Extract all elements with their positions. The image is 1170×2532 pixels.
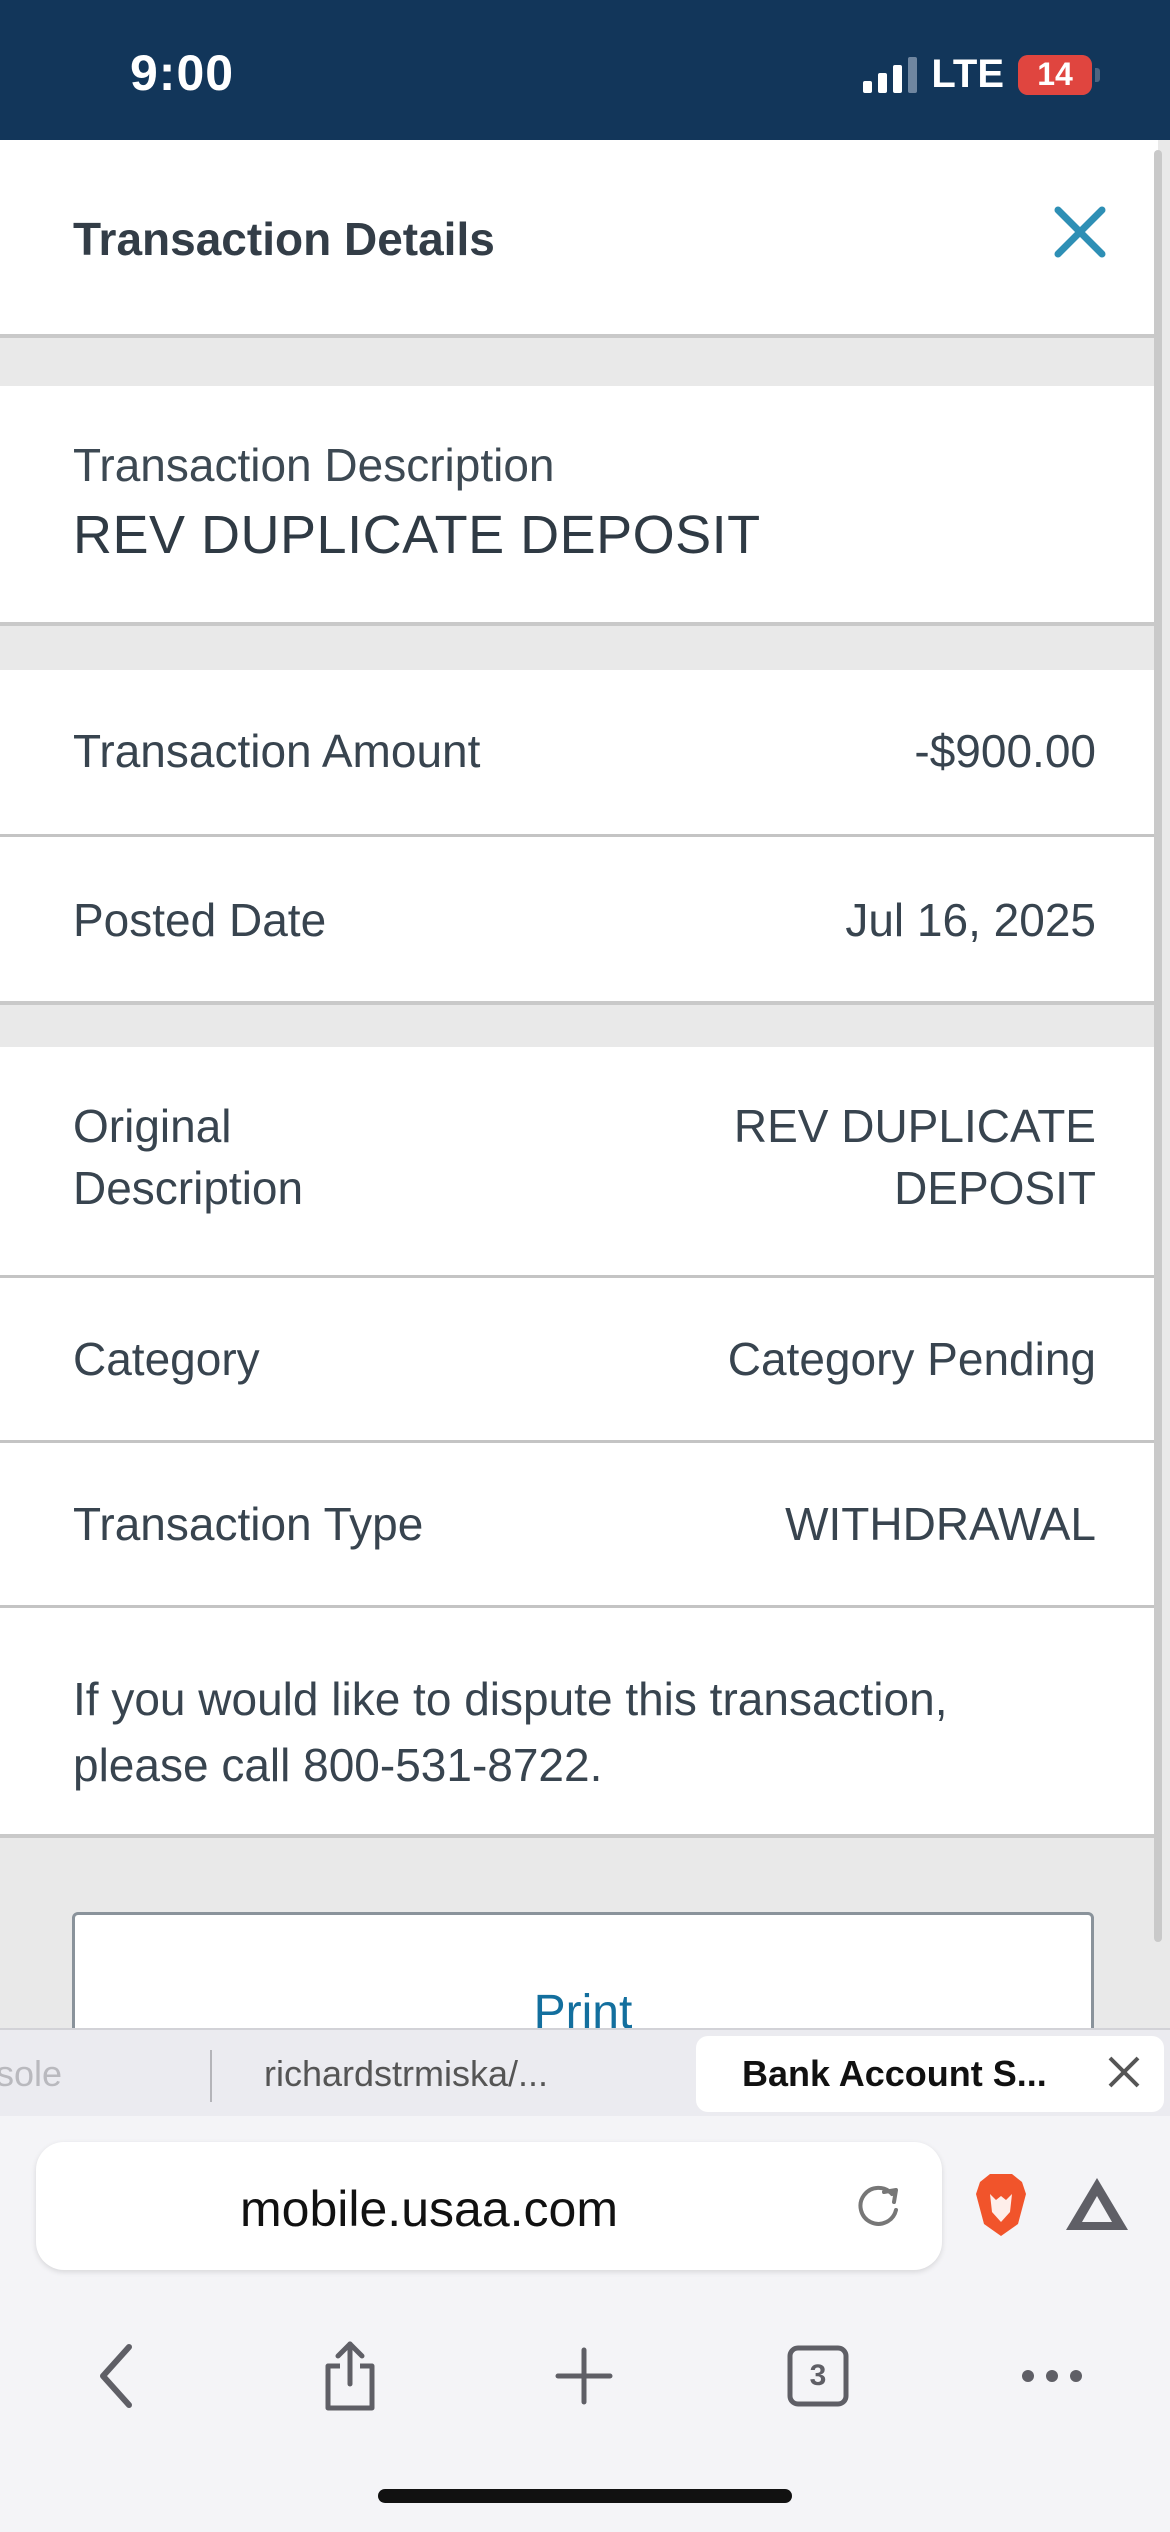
dispute-note-row: If you would like to dispute this transa… bbox=[0, 1608, 1158, 1838]
original-description-value: REV DUPLICATE DEPOSIT bbox=[733, 1100, 1096, 1214]
category-row: Category Category Pending bbox=[0, 1278, 1158, 1443]
posted-date-row: Posted Date Jul 16, 2025 bbox=[0, 837, 1158, 1005]
browser-tab[interactable]: sole bbox=[0, 2030, 210, 2118]
browser-nav-bar: 3 bbox=[0, 2326, 1170, 2426]
original-description-row: Original Description REV DUPLICATE DEPOS… bbox=[0, 1047, 1158, 1278]
more-icon bbox=[1022, 2370, 1082, 2382]
scrollbar[interactable] bbox=[1154, 150, 1162, 1942]
status-bar: 9:00 LTE 14 bbox=[0, 0, 1170, 140]
reload-icon[interactable] bbox=[852, 2180, 904, 2232]
share-button[interactable] bbox=[310, 2336, 390, 2416]
description-label: Transaction Description bbox=[73, 439, 555, 491]
category-value: Category Pending bbox=[727, 1333, 1096, 1385]
browser-toolbar: mobile.usaa.com 3 bbox=[0, 2116, 1170, 2532]
close-tab-icon[interactable] bbox=[1104, 2052, 1144, 2092]
browser-tab[interactable]: richardstrmiska/... bbox=[264, 2030, 548, 2118]
amount-label: Transaction Amount bbox=[73, 725, 481, 777]
battery-icon: 14 bbox=[1018, 54, 1100, 95]
original-description-label: Original Description bbox=[73, 1100, 304, 1214]
cellular-signal-icon bbox=[863, 56, 918, 93]
url-text: mobile.usaa.com bbox=[240, 2181, 618, 2237]
transaction-type-row: Transaction Type WITHDRAWAL bbox=[0, 1443, 1158, 1608]
amount-value: -$900.00 bbox=[914, 725, 1096, 777]
browser-tab-strip: sole richardstrmiska/... Bank Account S.… bbox=[0, 2028, 1170, 2118]
tab-divider bbox=[210, 2050, 212, 2102]
close-button[interactable] bbox=[1050, 202, 1110, 262]
support-phone: please call 800-531-8722. bbox=[73, 1739, 603, 1791]
home-indicator bbox=[378, 2489, 792, 2503]
modal-header: Transaction Details bbox=[0, 140, 1158, 338]
back-icon bbox=[100, 2344, 132, 2408]
page-title: Transaction Details bbox=[73, 213, 495, 265]
battery-level: 14 bbox=[1037, 56, 1073, 92]
amount-row: Transaction Amount -$900.00 bbox=[0, 670, 1158, 837]
more-button[interactable] bbox=[1012, 2336, 1092, 2416]
back-button[interactable] bbox=[76, 2336, 156, 2416]
posted-date-value: Jul 16, 2025 bbox=[845, 894, 1096, 946]
new-tab-icon bbox=[555, 2347, 613, 2405]
description-value: REV DUPLICATE DEPOSIT bbox=[73, 505, 761, 565]
new-tab-button[interactable] bbox=[544, 2336, 624, 2416]
close-icon bbox=[1054, 206, 1106, 258]
transaction-type-label: Transaction Type bbox=[73, 1498, 424, 1550]
category-label: Category bbox=[73, 1333, 260, 1385]
status-time: 9:00 bbox=[130, 45, 235, 101]
tab-count: 3 bbox=[809, 2359, 827, 2392]
tabs-button[interactable]: 3 bbox=[778, 2336, 858, 2416]
brave-shields-icon[interactable] bbox=[972, 2172, 1030, 2238]
status-indicators: LTE 14 bbox=[863, 52, 1100, 97]
share-icon bbox=[325, 2341, 375, 2411]
dispute-note: If you would like to dispute this transa… bbox=[73, 1666, 1073, 1798]
brave-rewards-icon[interactable] bbox=[1064, 2176, 1130, 2232]
network-type: LTE bbox=[931, 52, 1004, 96]
description-card: Transaction Description REV DUPLICATE DE… bbox=[0, 386, 1158, 626]
posted-date-label: Posted Date bbox=[73, 894, 327, 946]
browser-tab-active[interactable]: Bank Account S... bbox=[696, 2036, 1164, 2112]
address-bar[interactable]: mobile.usaa.com bbox=[36, 2142, 942, 2270]
transaction-type-value: WITHDRAWAL bbox=[785, 1498, 1096, 1550]
